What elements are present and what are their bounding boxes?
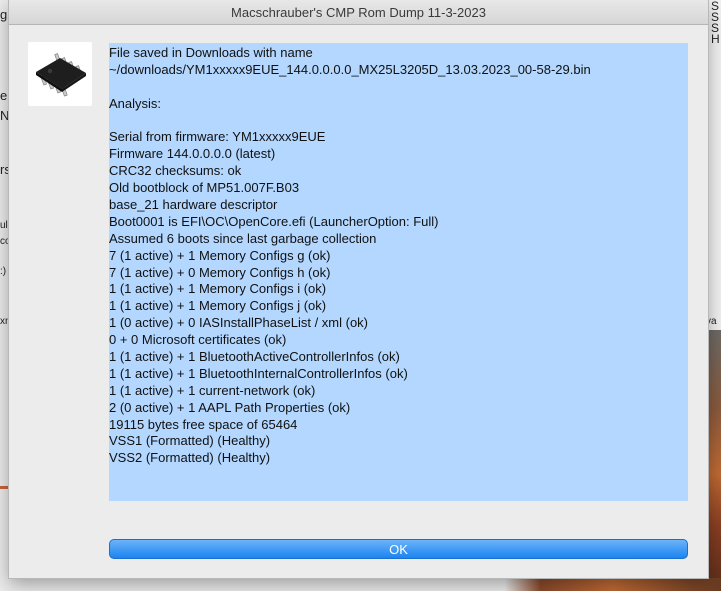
report-line: 1 (1 active) + 1 Memory Configs j (ok) [109,298,327,314]
report-line: ~/downloads/YM1xxxxx9EUE_144.0.0.0.0_MX2… [109,61,591,77]
report-line: 19115 bytes free space of 65464 [109,416,298,432]
background-window-right: S S S H va [706,0,721,591]
report-line: 1 (1 active) + 1 Memory Configs i (ok) [109,281,327,297]
report-line: Assumed 6 boots since last garbage colle… [109,230,377,246]
report-line: 7 (1 active) + 0 Memory Configs h (ok) [109,264,331,280]
report-line: 0 + 0 Microsoft certificates (ok) [109,332,287,348]
background-text: H [711,32,720,46]
background-text: ul [0,220,8,231]
background-text: :) [0,266,7,277]
report-line: VSS1 (Formatted) (Healthy) [109,433,271,449]
background-strip [0,578,721,591]
analysis-report[interactable]: File saved in Downloads with name ~/downl… [109,43,688,501]
report-line: Serial from firmware: YM1xxxxx9EUE [109,129,326,145]
report-line: 1 (0 active) + 0 IASInstallPhaseList / x… [109,315,369,331]
ok-button-label: OK [389,541,408,557]
report-line: base_21 hardware descriptor [109,197,278,213]
dialog-title: Macschrauber's CMP Rom Dump 11-3-2023 [231,4,486,20]
desktop-wallpaper [708,330,721,591]
report-line [109,79,688,96]
rom-dump-dialog: Macschrauber's CMP Rom Dump 11-3-2023 Fi… [9,0,708,578]
report-line: CRC32 checksums: ok [109,163,242,179]
report-line: Analysis: [109,95,162,111]
report-line [109,113,688,130]
report-line: Boot0001 is EFI\OC\OpenCore.efi (Launche… [109,213,439,229]
chip-icon [28,42,92,106]
report-line: 7 (1 active) + 1 Memory Configs g (ok) [109,247,331,263]
report-line: VSS2 (Formatted) (Healthy) [109,450,271,466]
report-line: 1 (1 active) + 1 BluetoothActiveControll… [109,349,400,365]
ok-button[interactable]: OK [109,539,688,559]
report-line: 1 (1 active) + 1 BluetoothInternalContro… [109,365,408,381]
background-text: N [0,108,10,123]
report-line: 2 (0 active) + 1 AAPL Path Properties (o… [109,399,351,415]
report-line: 1 (1 active) + 1 current-network (ok) [109,382,316,398]
report-line: Firmware 144.0.0.0.0 (latest) [109,146,276,162]
dialog-titlebar[interactable]: Macschrauber's CMP Rom Dump 11-3-2023 [9,0,708,25]
report-line: Old bootblock of MP51.007F.B03 [109,180,300,196]
report-line: File saved in Downloads with name [109,45,313,60]
background-text: g [0,7,8,22]
